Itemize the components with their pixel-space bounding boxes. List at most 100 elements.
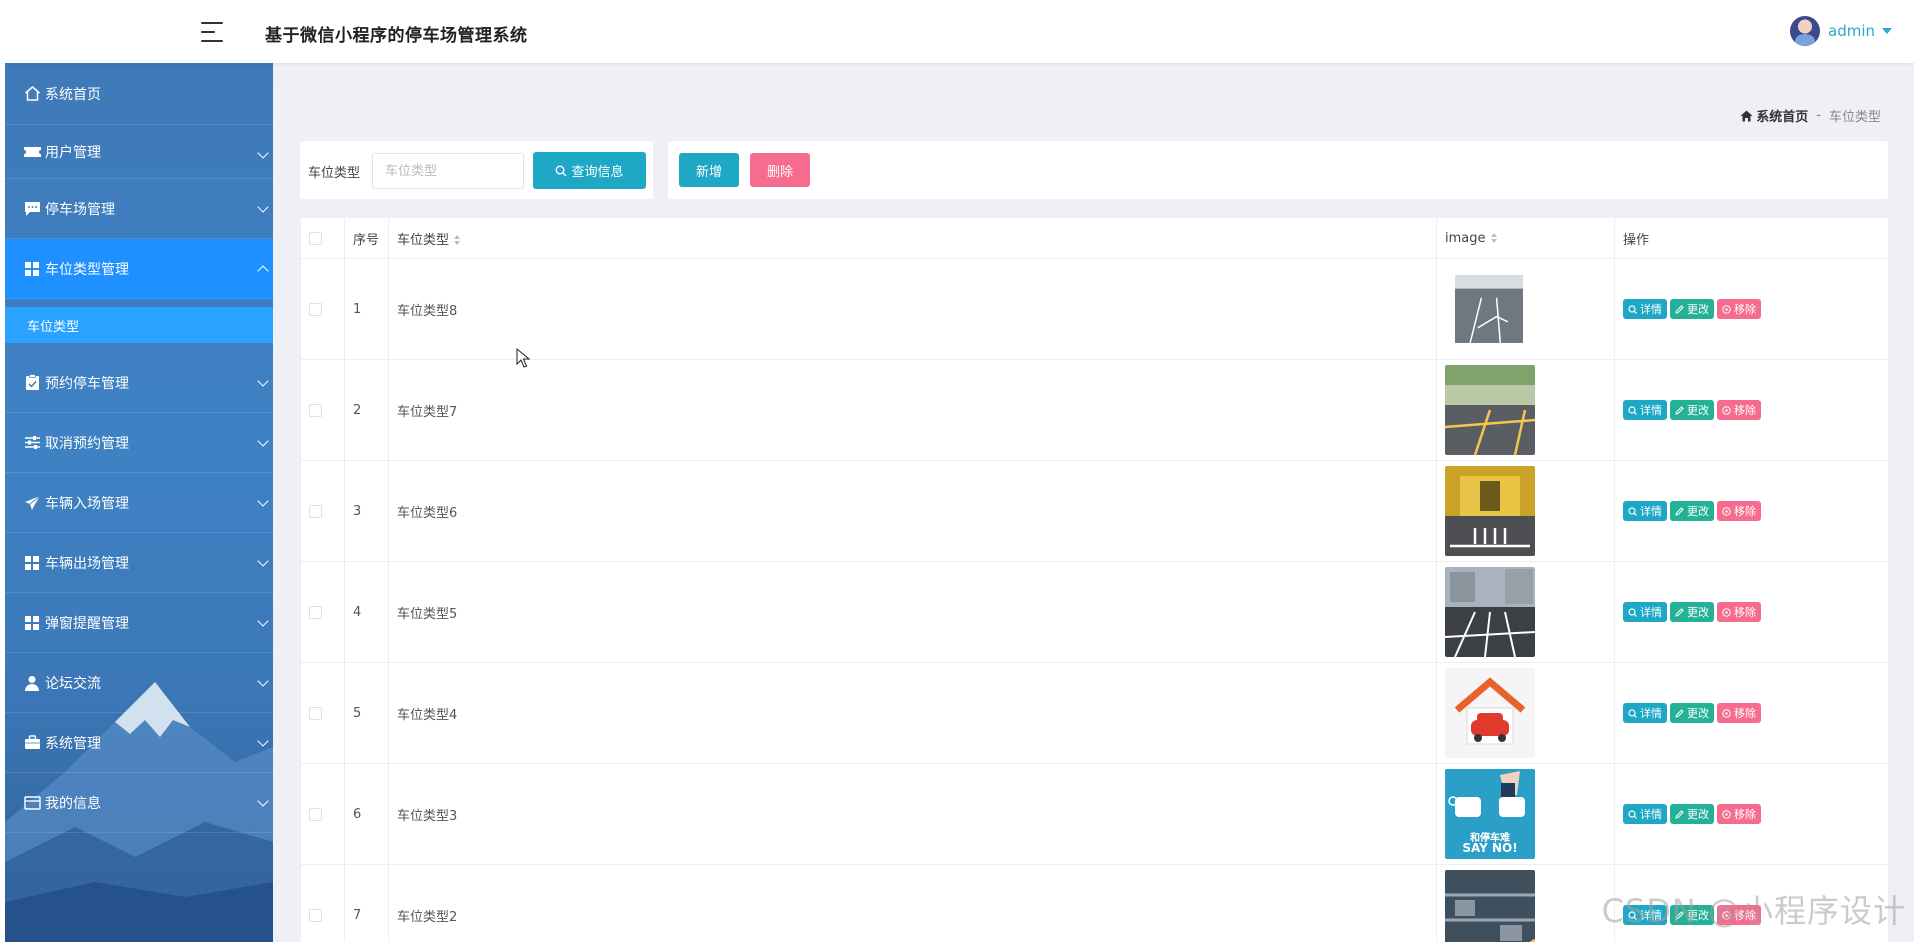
- add-button[interactable]: 新增: [679, 153, 739, 187]
- detail-button[interactable]: 详情: [1623, 602, 1667, 622]
- remove-button[interactable]: 移除: [1717, 299, 1761, 319]
- edit-button-label: 更改: [1687, 606, 1709, 619]
- sidebar-subitem-space-type[interactable]: 车位类型: [5, 307, 273, 343]
- sidebar-item-my-info[interactable]: 我的信息: [5, 773, 273, 833]
- detail-button-label: 详情: [1640, 909, 1662, 922]
- edit-button[interactable]: 更改: [1670, 602, 1714, 622]
- remove-button[interactable]: 移除: [1717, 804, 1761, 824]
- edit-button[interactable]: 更改: [1670, 804, 1714, 824]
- chevron-down-icon: [257, 675, 269, 687]
- header-type[interactable]: 车位类型: [388, 217, 1437, 259]
- row-image[interactable]: [1455, 264, 1523, 354]
- remove-icon: [1722, 809, 1731, 819]
- detail-button-label: 详情: [1640, 606, 1662, 619]
- edit-button-label: 更改: [1687, 808, 1709, 821]
- row-checkbox[interactable]: [309, 807, 322, 821]
- table-header-row: 序号 车位类型 image 操作: [300, 217, 1889, 259]
- row-image[interactable]: [1445, 365, 1535, 455]
- sort-icon[interactable]: [1490, 233, 1497, 243]
- sidebar-item-label: 系统管理: [45, 735, 101, 752]
- pencil-icon: [1675, 607, 1684, 617]
- edit-button-label: 更改: [1687, 707, 1709, 720]
- row-checkbox[interactable]: [309, 504, 322, 518]
- sidebar-item-forum[interactable]: 论坛交流: [5, 653, 273, 713]
- detail-button[interactable]: 详情: [1623, 501, 1667, 521]
- row-actions: 详情 更改 移除: [1623, 703, 1880, 723]
- row-image[interactable]: [1445, 870, 1535, 942]
- edit-button[interactable]: 更改: [1670, 703, 1714, 723]
- search-input[interactable]: [372, 153, 524, 189]
- detail-button[interactable]: 详情: [1623, 804, 1667, 824]
- chevron-down-icon: [257, 735, 269, 747]
- edit-button[interactable]: 更改: [1670, 299, 1714, 319]
- header-image[interactable]: image: [1436, 217, 1615, 259]
- remove-button-label: 移除: [1734, 909, 1756, 922]
- search-icon: [1628, 506, 1637, 516]
- grid-icon: [23, 554, 41, 572]
- row-checkbox[interactable]: [309, 403, 322, 417]
- row-actions: 详情 更改 移除: [1623, 602, 1880, 622]
- row-image[interactable]: [1445, 668, 1535, 758]
- sidebar-item-users[interactable]: 用户管理: [5, 125, 273, 179]
- row-checkbox[interactable]: [309, 605, 322, 619]
- remove-button[interactable]: 移除: [1717, 905, 1761, 925]
- detail-button[interactable]: 详情: [1623, 905, 1667, 925]
- edit-button-label: 更改: [1687, 303, 1709, 316]
- edit-button[interactable]: 更改: [1670, 400, 1714, 420]
- sidebar-item-vehicle-entry[interactable]: 车辆入场管理: [5, 473, 273, 533]
- detail-button-label: 详情: [1640, 808, 1662, 821]
- table-row: 2 车位类型7 详情 更改 移除: [300, 359, 1889, 461]
- select-all-checkbox[interactable]: [309, 231, 322, 245]
- menu-toggle-icon[interactable]: [201, 20, 227, 44]
- sidebar-item-space-type[interactable]: 车位类型管理: [5, 239, 273, 299]
- header-select-all[interactable]: [300, 217, 345, 259]
- pencil-icon: [1675, 708, 1684, 718]
- remove-button-label: 移除: [1734, 707, 1756, 720]
- sort-icon[interactable]: [454, 235, 461, 245]
- sidebar-item-parking-lot[interactable]: 停车场管理: [5, 179, 273, 239]
- row-actions: 详情 更改 移除: [1623, 905, 1880, 925]
- row-checkbox[interactable]: [309, 908, 322, 922]
- sidebar-item-cancel-reservation[interactable]: 取消预约管理: [5, 413, 273, 473]
- detail-button[interactable]: 详情: [1623, 299, 1667, 319]
- sidebar-item-label: 停车场管理: [45, 201, 115, 218]
- row-checkbox[interactable]: [309, 706, 322, 720]
- remove-button[interactable]: 移除: [1717, 602, 1761, 622]
- remove-button[interactable]: 移除: [1717, 400, 1761, 420]
- breadcrumb-home[interactable]: 系统首页: [1740, 106, 1808, 125]
- chevron-down-icon: [257, 495, 269, 507]
- search-icon: [1628, 809, 1637, 819]
- remove-button[interactable]: 移除: [1717, 703, 1761, 723]
- query-button[interactable]: 查询信息: [533, 152, 646, 189]
- search-icon: [1628, 304, 1637, 314]
- user-menu[interactable]: admin: [1790, 16, 1892, 46]
- detail-button[interactable]: 详情: [1623, 400, 1667, 420]
- pencil-icon: [1675, 809, 1684, 819]
- sidebar-item-vehicle-exit[interactable]: 车辆出场管理: [5, 533, 273, 593]
- remove-icon: [1722, 910, 1731, 920]
- row-image[interactable]: [1445, 466, 1535, 556]
- search-icon: [1628, 405, 1637, 415]
- row-checkbox[interactable]: [309, 302, 322, 316]
- row-image[interactable]: [1445, 567, 1535, 657]
- edit-button[interactable]: 更改: [1670, 501, 1714, 521]
- home-icon: [23, 85, 41, 103]
- remove-button[interactable]: 移除: [1717, 501, 1761, 521]
- row-type: 车位类型3: [388, 763, 1437, 865]
- table-row: 6 车位类型3 和停车难 SAY NO! 详情 更改 移除: [300, 763, 1889, 865]
- detail-button-label: 详情: [1640, 707, 1662, 720]
- sidebar-item-label: 取消预约管理: [45, 435, 129, 452]
- delete-button[interactable]: 删除: [750, 153, 810, 187]
- sidebar-item-reservation[interactable]: 预约停车管理: [5, 353, 273, 413]
- sidebar-item-system[interactable]: 系统管理: [5, 713, 273, 773]
- sidebar-item-label: 车位类型管理: [45, 261, 129, 278]
- sidebar-item-popup-reminder[interactable]: 弹窗提醒管理: [5, 593, 273, 653]
- row-actions: 详情 更改 移除: [1623, 400, 1880, 420]
- edit-button[interactable]: 更改: [1670, 905, 1714, 925]
- detail-button[interactable]: 详情: [1623, 703, 1667, 723]
- edit-button-label: 更改: [1687, 909, 1709, 922]
- sidebar-item-home[interactable]: 系统首页: [5, 63, 273, 125]
- chevron-up-icon: [257, 265, 269, 277]
- pencil-icon: [1675, 506, 1684, 516]
- row-image[interactable]: 和停车难 SAY NO!: [1445, 769, 1535, 859]
